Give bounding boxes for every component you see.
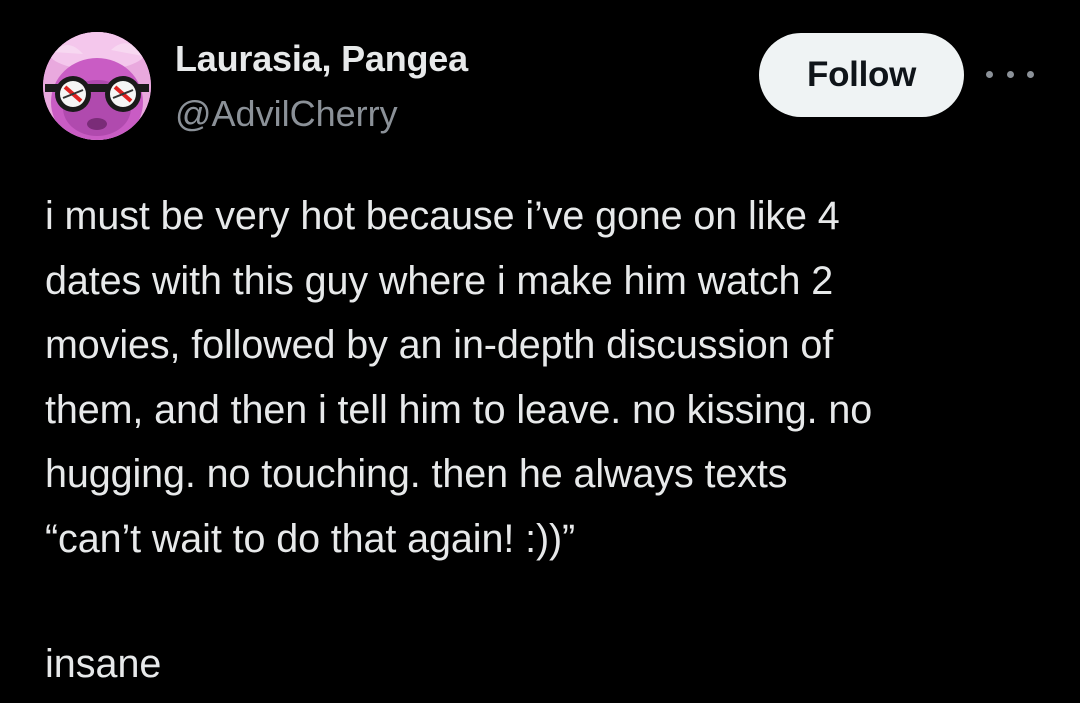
tweet-line: hugging. no touching. then he always tex… bbox=[45, 452, 788, 497]
avatar-image bbox=[43, 32, 151, 140]
more-dot bbox=[986, 70, 993, 78]
more-dot bbox=[1006, 70, 1014, 78]
tweet-line: dates with this guy where i make him wat… bbox=[45, 258, 834, 303]
follow-button[interactable]: Follow bbox=[759, 33, 964, 117]
tweet-line: “can’t wait to do that again! :))” bbox=[45, 516, 576, 561]
tweet-line: movies, followed by an in-depth discussi… bbox=[45, 323, 834, 368]
more-options-icon[interactable] bbox=[986, 62, 1034, 86]
tweet-closing-line: insane bbox=[45, 642, 162, 686]
tweet-line: them, and then i tell him to leave. no k… bbox=[45, 387, 873, 432]
more-dot bbox=[1027, 70, 1034, 78]
tweet-line: i must be very hot because i’ve gone on … bbox=[45, 194, 840, 238]
author-handle[interactable]: @AdvilCherry bbox=[175, 93, 398, 135]
tweet-card: Laurasia, Pangea @AdvilCherry Follow i m… bbox=[0, 0, 1080, 703]
tweet-body: i must be very hot because i’ve gone on … bbox=[45, 184, 1055, 572]
author-display-name[interactable]: Laurasia, Pangea bbox=[175, 38, 468, 80]
author-avatar[interactable] bbox=[43, 32, 151, 140]
